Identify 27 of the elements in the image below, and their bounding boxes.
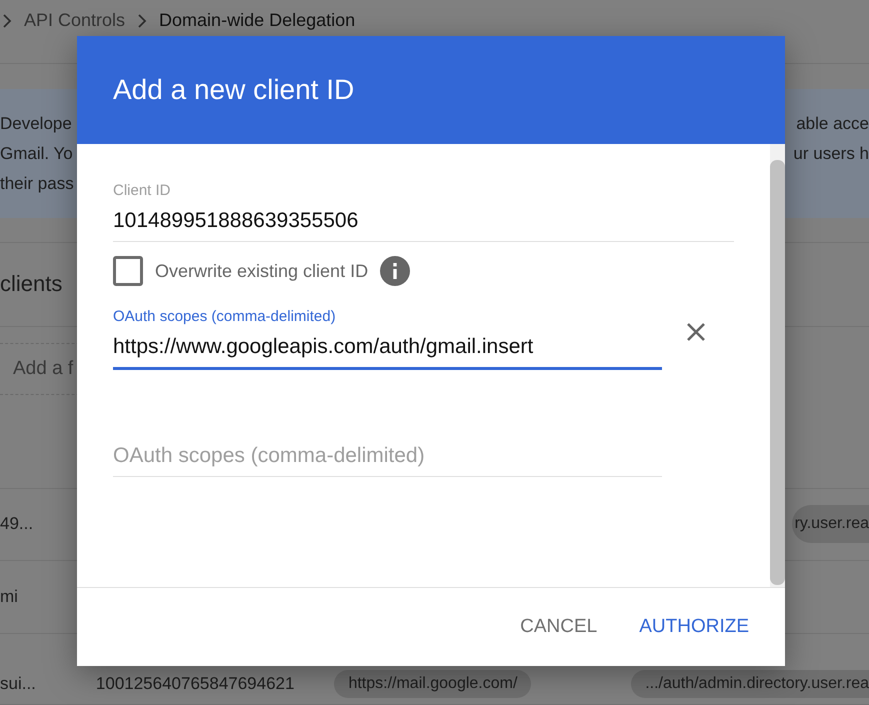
table-cell: 100125640765847694621	[96, 674, 294, 694]
checkbox-label: Overwrite existing client ID	[155, 260, 368, 282]
scope-chip: https://mail.google.com/	[334, 670, 532, 698]
field-label: OAuth scopes (comma-delimited)	[113, 308, 337, 325]
banner-text: able acce	[796, 112, 869, 135]
table-cell: mi	[0, 586, 18, 607]
dialog-button[interactable]: AUTHORIZE	[625, 608, 763, 646]
scope-chip: ry.user.rea	[792, 505, 869, 544]
table-cell: 49...	[0, 514, 34, 534]
banner-text: Develope	[0, 112, 72, 135]
client-id-field[interactable]: 101489951888639355506	[113, 199, 734, 242]
table-cell: sui...	[0, 674, 36, 694]
checkbox[interactable]	[113, 256, 143, 286]
dialog-button[interactable]: CANCEL	[506, 608, 612, 646]
scope-field[interactable]: https://www.googleapis.com/auth/gmail.insert	[113, 325, 662, 370]
banner-text: Gmail. Yo	[0, 142, 73, 165]
banner-text: ur users h	[793, 142, 869, 165]
field-label: Client ID	[113, 182, 172, 199]
info-icon[interactable]	[380, 256, 410, 286]
dialog-title: Add a new client ID	[77, 36, 785, 144]
section-title: clients	[0, 271, 62, 298]
breadcrumb-link[interactable]: API Controls	[24, 10, 126, 31]
close-icon[interactable]	[686, 322, 706, 342]
scope-chip: .../auth/admin.directory.user.rea	[631, 670, 869, 698]
scope-field[interactable]: OAuth scopes (comma-delimited)	[113, 434, 662, 477]
banner-text: their pass	[0, 172, 74, 195]
breadcrumb-link[interactable]: Domain-wide Delegation	[159, 10, 356, 31]
